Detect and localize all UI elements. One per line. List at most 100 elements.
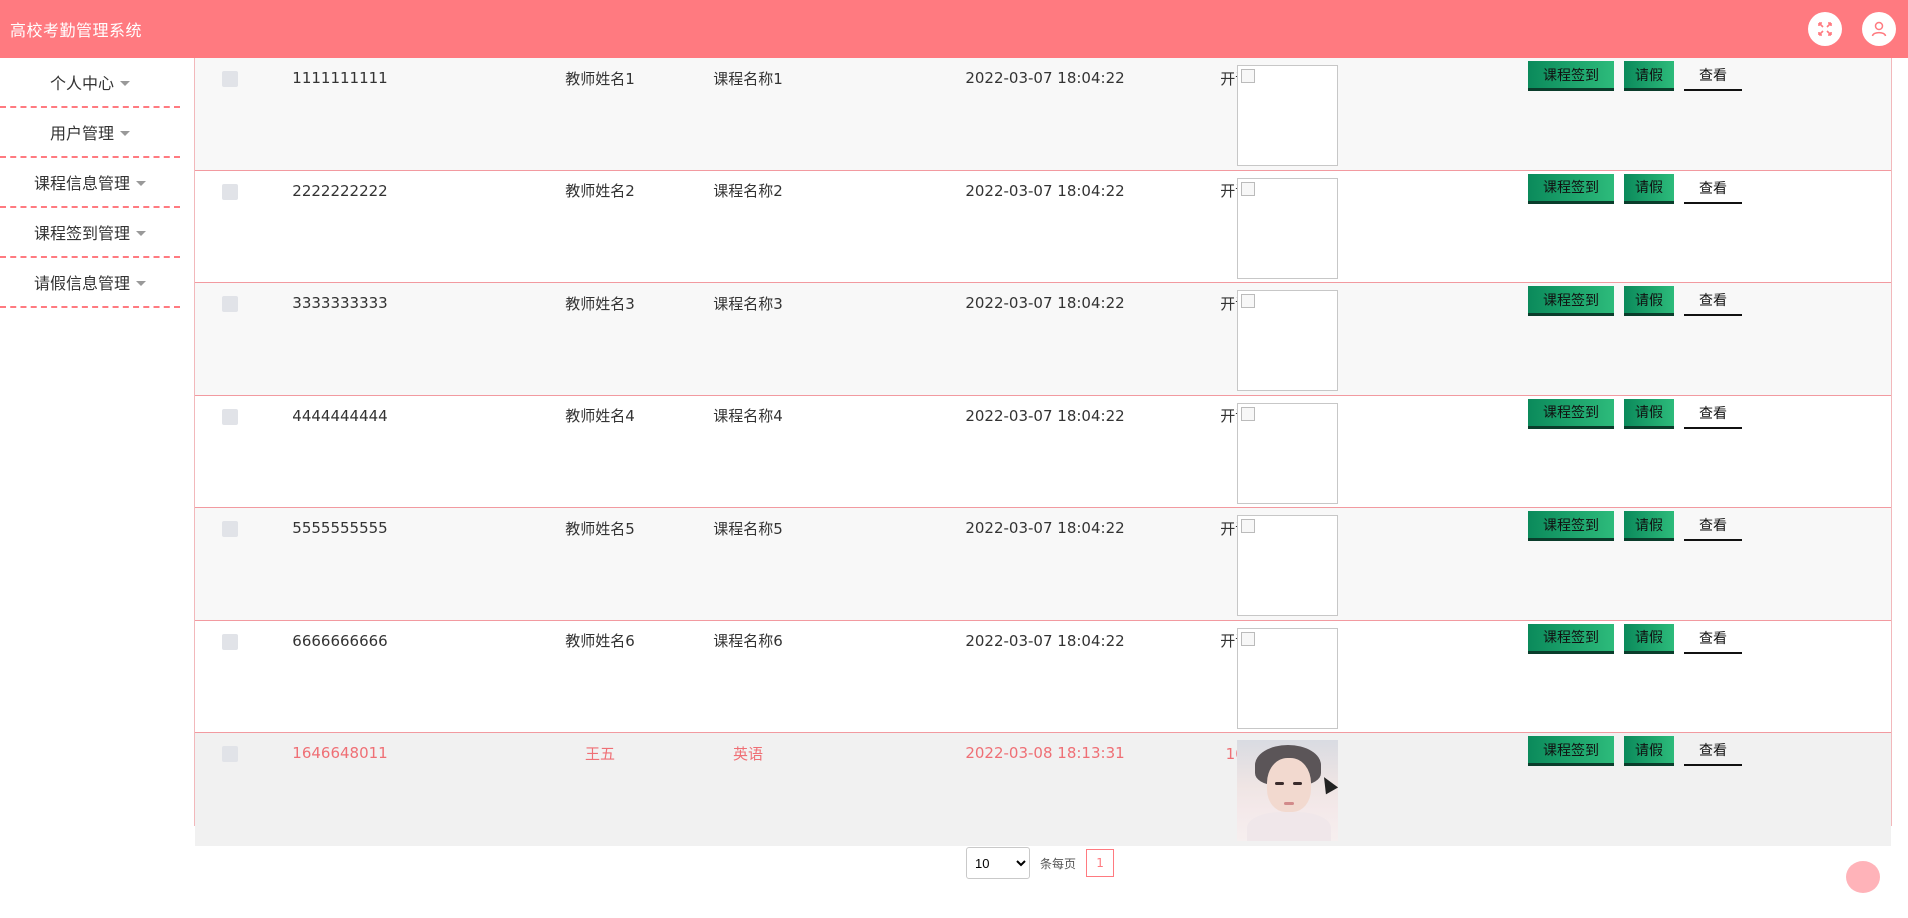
sidebar-item-course-signin[interactable]: 课程签到管理 [0,208,180,258]
table-row: 5555555555 教师姓名5 课程名称5 2022-03-07 18:04:… [195,508,1891,621]
teacher-name: 教师姓名5 [565,519,635,538]
course-time: 2022-03-07 18:04:22 [965,181,1125,200]
broken-image-icon [1241,294,1255,308]
table-row: 4444444444 教师姓名4 课程名称4 2022-03-07 18:04:… [195,395,1891,508]
course-id: 5555555555 [292,519,388,537]
table-row: 3333333333 教师姓名3 课程名称3 2022-03-07 18:04:… [195,283,1891,396]
user-icon [1871,21,1887,37]
course-name: 课程名称6 [713,632,783,650]
course-time: 2022-03-07 18:04:22 [965,631,1125,650]
teacher-name: 教师姓名3 [565,294,635,313]
course-id: 1646648011 [292,744,388,762]
course-name: 英语 [732,744,763,763]
view-button[interactable]: 查看 [1684,736,1742,766]
row-actions: 课程签到 请假 查看 [1528,736,1742,766]
view-button[interactable]: 查看 [1684,174,1742,204]
page-size-select[interactable]: 10 [966,847,1030,879]
row-actions: 课程签到 请假 查看 [1528,511,1742,541]
fullscreen-button[interactable] [1808,12,1842,46]
sidebar-item-label: 个人中心 [49,74,114,93]
view-button[interactable]: 查看 [1684,624,1742,654]
mouse-cursor-icon [1317,773,1338,795]
sidebar-item-personal-center[interactable]: 个人中心 [0,58,180,108]
per-page-label: 条每页 [1040,856,1077,871]
signin-button[interactable]: 课程签到 [1528,61,1614,91]
caret-down-icon [136,180,146,186]
leave-button[interactable]: 请假 [1624,61,1674,91]
course-image [1237,515,1338,616]
broken-image-icon [1241,181,1255,196]
course-image [1237,177,1338,279]
broken-image-icon [1241,519,1255,533]
row-actions: 课程签到 请假 查看 [1528,61,1742,91]
sidebar-item-user-management[interactable]: 用户管理 [0,108,180,158]
course-name: 课程名称5 [713,519,783,538]
caret-down-icon [136,230,146,236]
sidebar-item-label: 请假信息管理 [33,274,130,293]
course-name: 课程名称1 [713,69,783,88]
sidebar-item-label: 课程签到管理 [33,224,130,243]
leave-button[interactable]: 请假 [1624,286,1674,316]
course-photo [1237,740,1338,841]
user-button[interactable] [1862,12,1896,46]
leave-button[interactable]: 请假 [1624,173,1674,204]
leave-button[interactable]: 请假 [1624,398,1674,429]
course-name: 课程名称2 [713,182,783,200]
row-actions: 课程签到 请假 查看 [1528,286,1742,316]
teacher-name: 教师姓名1 [565,69,635,88]
course-time: 2022-03-08 18:13:31 [965,744,1125,762]
broken-image-icon [1241,406,1255,421]
view-button[interactable]: 查看 [1684,61,1742,91]
teacher-name: 王五 [584,744,615,763]
course-time: 2022-03-07 18:04:22 [965,294,1125,312]
sidebar-item-label: 用户管理 [49,124,114,143]
broken-image-icon [1241,69,1255,83]
teacher-name: 教师姓名2 [565,182,635,200]
table-row-hovered: 1646648011 王五 英语 2022-03-08 18:13:31 101… [195,733,1891,846]
sidebar-item-course-info[interactable]: 课程信息管理 [0,158,180,208]
leave-button[interactable]: 请假 [1624,511,1674,541]
table-row: 6666666666 教师姓名6 课程名称6 2022-03-07 18:04:… [195,620,1891,733]
signin-button[interactable]: 课程签到 [1528,286,1614,316]
view-button[interactable]: 查看 [1684,286,1742,316]
photo-eye [1293,782,1302,785]
caret-down-icon [120,130,130,136]
signin-button[interactable]: 课程签到 [1528,736,1614,766]
app-title: 高校考勤管理系统 [10,21,143,40]
signin-button[interactable]: 课程签到 [1528,173,1614,204]
signin-button[interactable]: 课程签到 [1528,511,1614,541]
signin-button[interactable]: 课程签到 [1528,398,1614,429]
course-time: 2022-03-07 18:04:22 [965,406,1125,425]
teacher-name: 教师姓名4 [565,407,635,425]
course-table: 1111111111 教师姓名1 课程名称1 2022-03-07 18:04:… [194,58,1892,846]
leave-button[interactable]: 请假 [1624,736,1674,766]
top-actions [1808,12,1896,46]
view-button[interactable]: 查看 [1684,399,1742,429]
row-actions: 课程签到 请假 查看 [1528,173,1742,204]
broken-image-icon [1241,631,1255,646]
course-image [1237,290,1338,391]
course-name: 课程名称3 [713,294,783,313]
floating-action-button[interactable] [1846,861,1880,893]
view-button[interactable]: 查看 [1684,511,1742,541]
course-id: 1111111111 [292,69,388,87]
course-id: 3333333333 [292,294,388,312]
sidebar-item-leave-info[interactable]: 请假信息管理 [0,258,180,308]
signin-button[interactable]: 课程签到 [1528,623,1614,654]
course-image [1237,402,1338,504]
page-number-button[interactable]: 1 [1086,849,1115,877]
row-actions: 课程签到 请假 查看 [1528,398,1742,429]
leave-button[interactable]: 请假 [1624,623,1674,654]
row-actions: 课程签到 请假 查看 [1528,623,1742,654]
top-bar: 高校考勤管理系统 [0,0,1908,58]
photo-eye [1275,782,1284,785]
course-id: 4444444444 [292,406,388,425]
caret-down-icon [136,280,146,286]
course-id: 6666666666 [292,631,388,650]
table-row: 1111111111 教师姓名1 课程名称1 2022-03-07 18:04:… [195,58,1891,171]
fullscreen-icon [1818,22,1832,36]
caret-down-icon [120,80,130,86]
sidebar: 个人中心 用户管理 课程信息管理 课程签到管理 请假信息管理 [0,58,180,308]
course-id: 2222222222 [292,181,388,200]
course-time: 2022-03-07 18:04:22 [965,519,1125,537]
